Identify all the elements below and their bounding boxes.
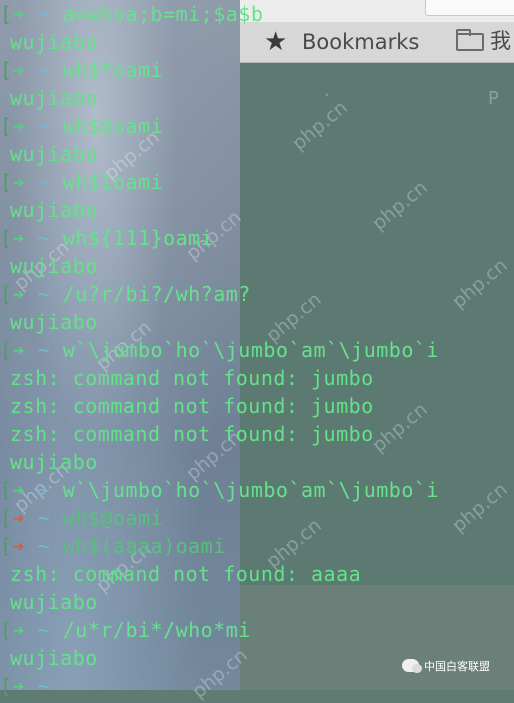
command-text: wh${111}oami xyxy=(62,226,214,250)
prompt-bracket: [ xyxy=(0,674,13,698)
terminal-output-line: wujiabo xyxy=(10,86,98,110)
prompt-bracket: [ xyxy=(0,534,13,558)
command-text: /u?r/bi?/wh?am? xyxy=(62,282,251,306)
command-text: w`\jumbo`ho`\jumbo`am`\jumbo`i xyxy=(62,338,439,362)
terminal-prompt-line: [➔ ~ wh${111}oami xyxy=(0,224,213,252)
cwd-tilde: ~ xyxy=(37,506,51,530)
cwd-tilde: ~ xyxy=(37,282,51,306)
success-arrow-icon: ➔ xyxy=(12,618,26,642)
watermark-dot: P xyxy=(488,88,499,109)
success-arrow-icon: ➔ xyxy=(12,226,26,250)
prompt-bracket: [ xyxy=(0,114,13,138)
prompt-bracket: [ xyxy=(0,2,13,26)
terminal-prompt-line: [➔ ~ w`\jumbo`ho`\jumbo`am`\jumbo`i xyxy=(0,476,439,504)
cwd-tilde: ~ xyxy=(37,534,51,558)
cwd-tilde: ~ xyxy=(37,674,51,698)
folder-icon[interactable] xyxy=(456,29,484,51)
prompt-bracket: [ xyxy=(0,506,13,530)
prompt-bracket: [ xyxy=(0,338,13,362)
prompt-bracket: [ xyxy=(0,58,13,82)
command-text: wh$@oami xyxy=(62,506,164,530)
error-arrow-icon: ➔ xyxy=(12,534,26,558)
terminal-prompt-line: [➔ ~ wh$*oami xyxy=(0,56,163,84)
success-arrow-icon: ➔ xyxy=(12,282,26,306)
url-field[interactable] xyxy=(425,0,514,16)
chat-bubble-icon xyxy=(402,659,422,673)
prompt-bracket: [ xyxy=(0,618,13,642)
terminal-output-line: wujiabo xyxy=(10,142,98,166)
terminal-prompt-line: [➔ ~ /u?r/bi?/wh?am? xyxy=(0,280,251,308)
terminal-prompt-line: [➔ ~ w`\jumbo`ho`\jumbo`am`\jumbo`i xyxy=(0,336,439,364)
success-arrow-icon: ➔ xyxy=(12,2,26,26)
bookmarks-label[interactable]: Bookmarks xyxy=(302,30,419,54)
terminal-output-line: wujiabo xyxy=(10,646,98,670)
cwd-tilde: ~ xyxy=(37,226,51,250)
prompt-bracket: [ xyxy=(0,478,13,502)
cwd-tilde: ~ xyxy=(37,478,51,502)
command-text: wh$(aaaa)oami xyxy=(62,534,226,558)
success-arrow-icon: ➔ xyxy=(12,114,26,138)
terminal-prompt-line: [➔ ~ /u*r/bi*/who*mi xyxy=(0,616,251,644)
prompt-bracket: [ xyxy=(0,226,13,250)
terminal-output-line: zsh: command not found: jumbo xyxy=(10,422,374,446)
account-badge: 中国白客联盟 xyxy=(402,656,512,678)
watermark-dot: . xyxy=(324,80,330,101)
cwd-tilde: ~ xyxy=(37,2,51,26)
command-text: wh$@oami xyxy=(62,114,164,138)
cwd-tilde: ~ xyxy=(37,170,51,194)
terminal-prompt-line: [➔ ~ a=whoa;b=mi;$a$b xyxy=(0,0,263,28)
terminal-prompt-line: [➔ ~ wh$@oami xyxy=(0,504,163,532)
command-text: wh$1oami xyxy=(62,170,164,194)
cwd-tilde: ~ xyxy=(37,58,51,82)
command-text: w`\jumbo`ho`\jumbo`am`\jumbo`i xyxy=(62,478,439,502)
command-text: wh$*oami xyxy=(62,58,164,82)
badge-label: 中国白客联盟 xyxy=(424,660,490,673)
success-arrow-icon: ➔ xyxy=(12,338,26,362)
success-arrow-icon: ➔ xyxy=(12,674,26,698)
star-icon[interactable]: ★ xyxy=(264,27,287,57)
terminal-output-line: zsh: command not found: jumbo xyxy=(10,366,374,390)
terminal-output-line: wujiabo xyxy=(10,254,98,278)
terminal-prompt-line: [➔ ~ wh$1oami xyxy=(0,168,163,196)
terminal-output-line: wujiabo xyxy=(10,590,98,614)
terminal-output-line: wujiabo xyxy=(10,30,98,54)
success-arrow-icon: ➔ xyxy=(12,58,26,82)
cwd-tilde: ~ xyxy=(37,114,51,138)
terminal-output-line: zsh: command not found: aaaa xyxy=(10,562,362,586)
terminal-output-line: wujiabo xyxy=(10,450,98,474)
terminal-prompt-line: [➔ ~ wh$(aaaa)oami xyxy=(0,532,226,560)
command-text: a=whoa;b=mi;$a$b xyxy=(62,2,264,26)
prompt-bracket: [ xyxy=(0,170,13,194)
command-text: /u*r/bi*/who*mi xyxy=(62,618,251,642)
terminal-output-line: wujiabo xyxy=(10,310,98,334)
success-arrow-icon: ➔ xyxy=(12,170,26,194)
terminal-prompt-line: [➔ ~ wh$@oami xyxy=(0,112,163,140)
prompt-bracket: [ xyxy=(0,282,13,306)
terminal-prompt-line: [➔ ~ xyxy=(0,672,63,700)
error-arrow-icon: ➔ xyxy=(12,506,26,530)
success-arrow-icon: ➔ xyxy=(12,478,26,502)
cwd-tilde: ~ xyxy=(37,618,51,642)
terminal-output-line: zsh: command not found: jumbo xyxy=(10,394,374,418)
terminal-output-line: wujiabo xyxy=(10,198,98,222)
cwd-tilde: ~ xyxy=(37,338,51,362)
bookmark-folder-label[interactable]: 我 xyxy=(490,28,511,54)
